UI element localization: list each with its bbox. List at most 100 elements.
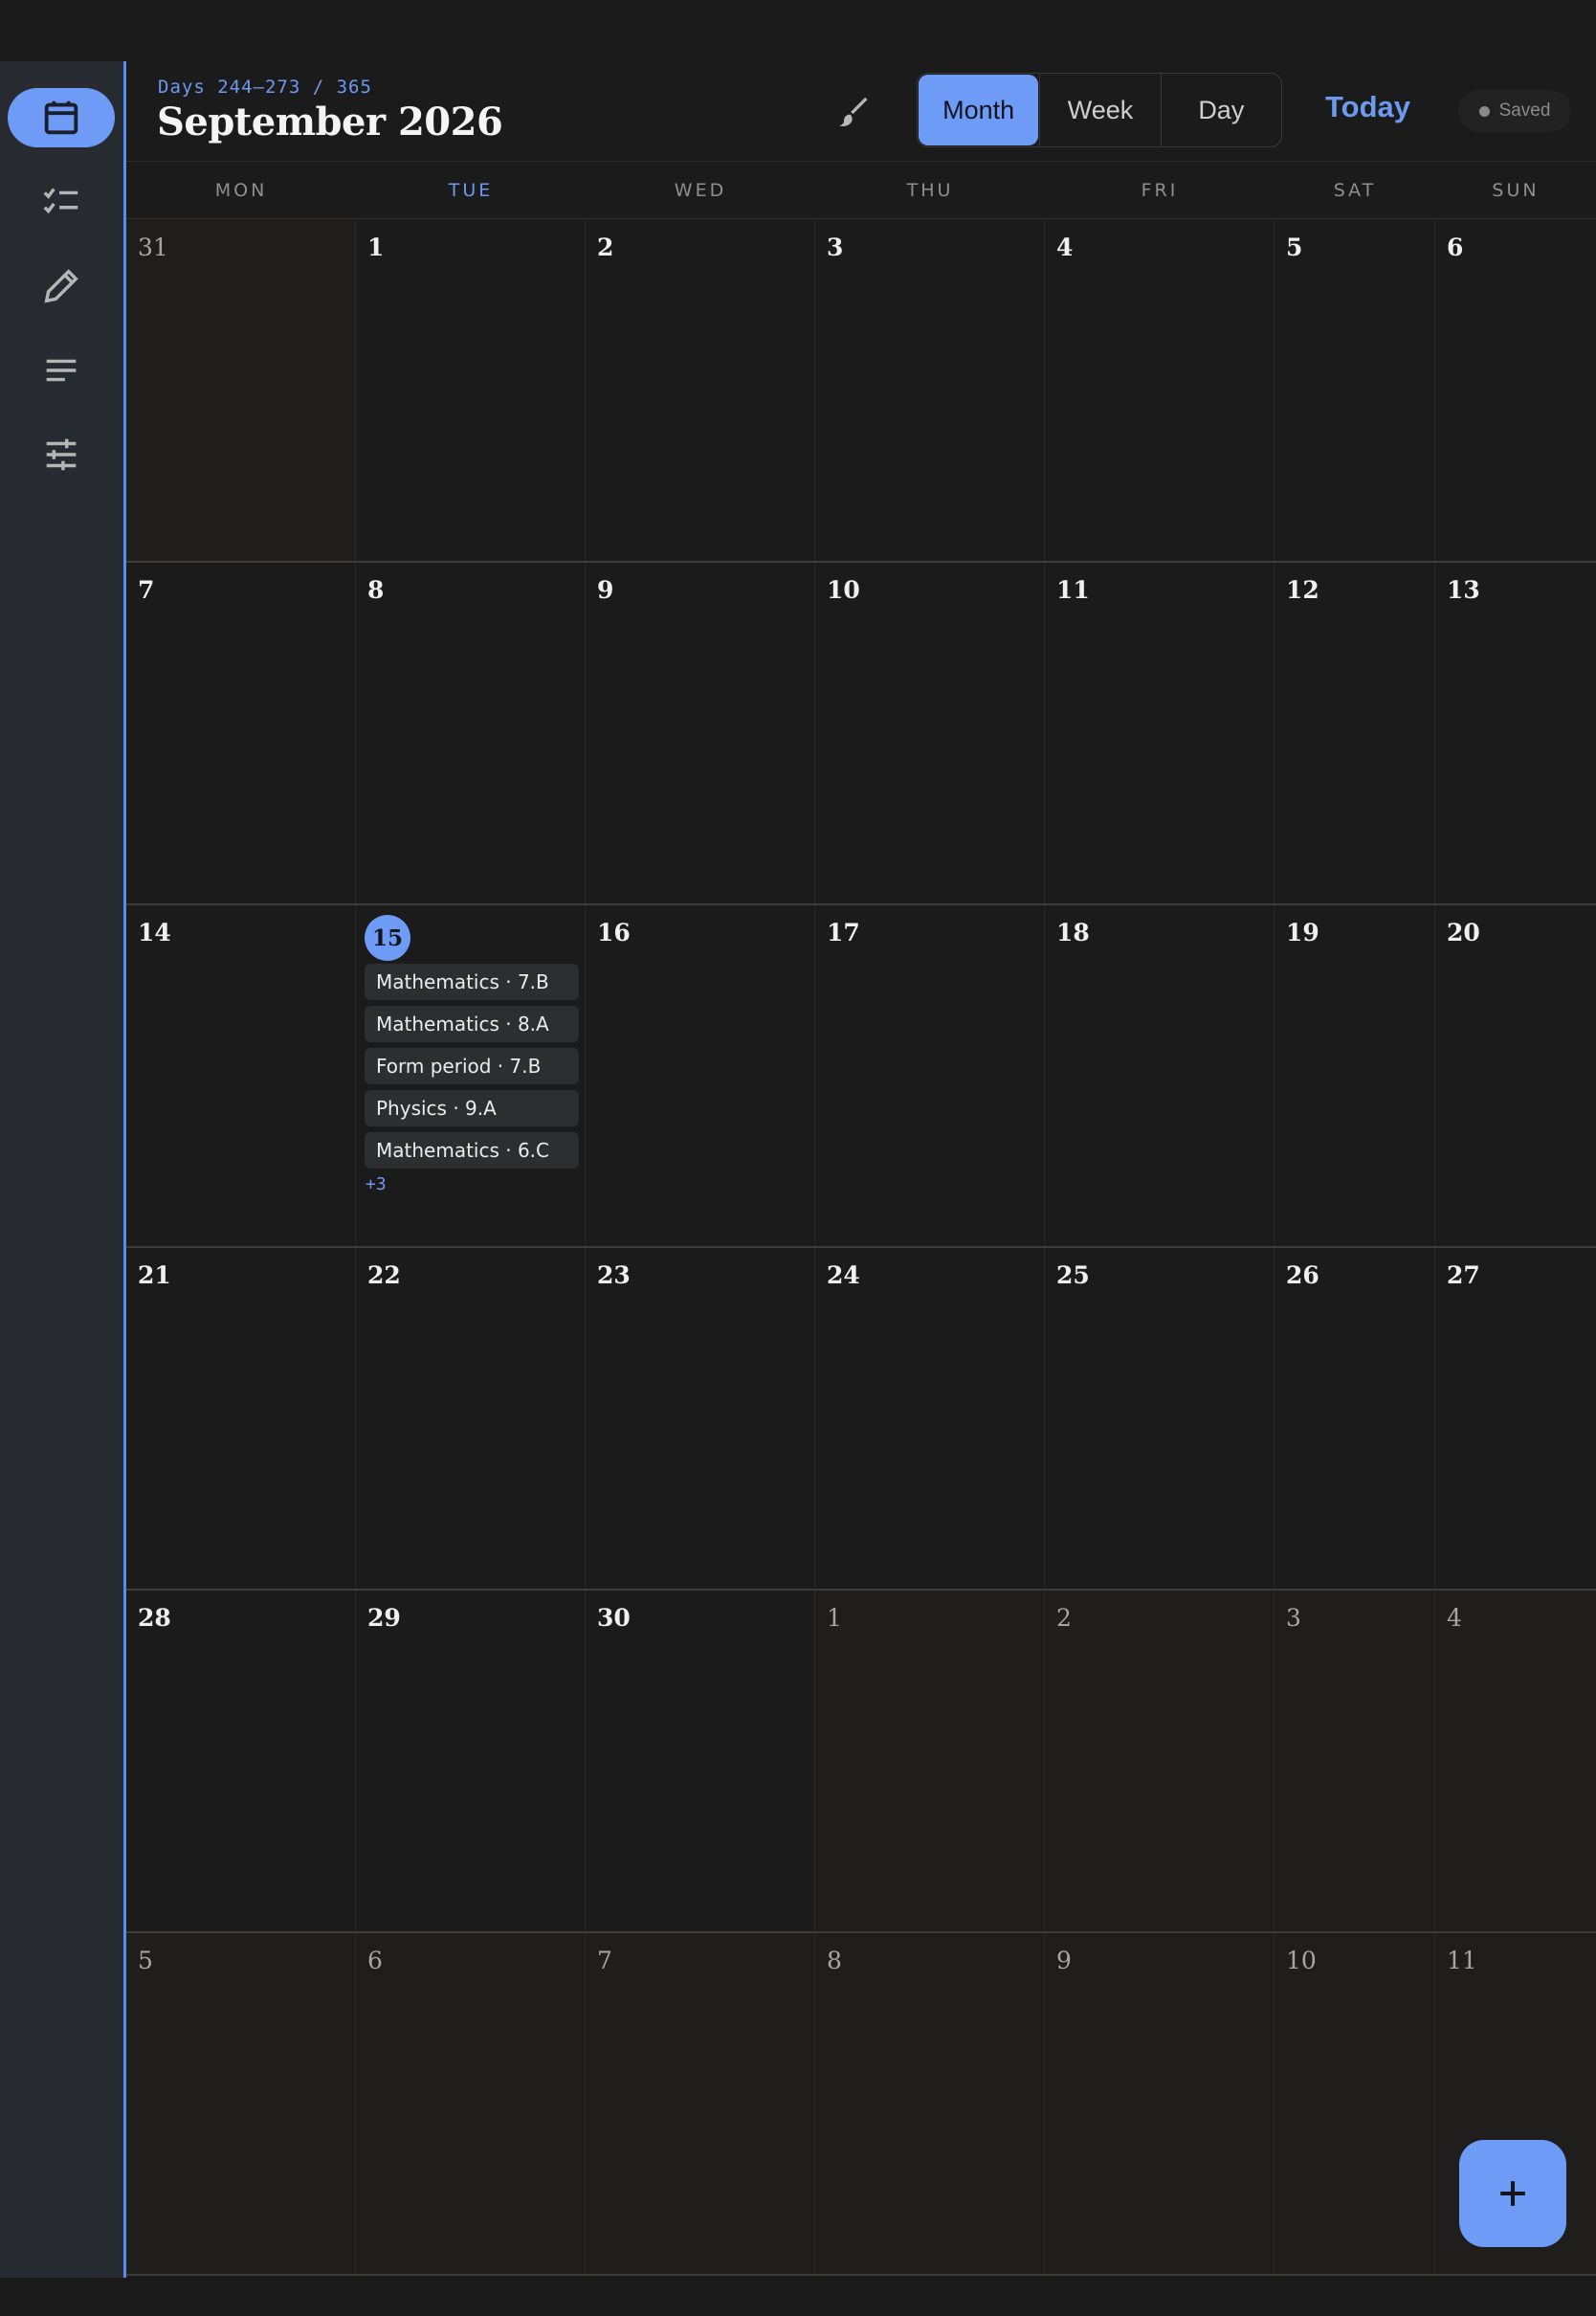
day-number: 11: [1056, 576, 1090, 604]
day-cell[interactable]: 21: [126, 1248, 356, 1589]
day-number: 5: [138, 1947, 153, 1974]
day-cell[interactable]: 28: [126, 1591, 356, 1931]
day-cell[interactable]: 13: [1435, 563, 1596, 903]
weekday-label-tue: TUE: [448, 179, 494, 201]
day-number: 10: [827, 576, 860, 604]
weekday-label-sun: SUN: [1492, 179, 1540, 201]
view-month-button[interactable]: Month: [919, 75, 1039, 145]
day-cell[interactable]: 2: [586, 220, 815, 561]
theme-button[interactable]: [831, 90, 876, 136]
view-week-button[interactable]: Week: [1039, 74, 1160, 146]
week-row: 28 29 30 1 2 3 4: [126, 1591, 1596, 1933]
day-cell[interactable]: 14: [126, 905, 356, 1246]
day-cell[interactable]: 5: [126, 1933, 356, 2274]
day-number: 25: [1056, 1261, 1090, 1289]
day-cell[interactable]: 29: [356, 1591, 586, 1931]
day-cell[interactable]: 1: [356, 220, 586, 561]
day-number: 29: [367, 1604, 401, 1632]
nav-settings-button[interactable]: [8, 425, 115, 484]
day-cell[interactable]: 4: [1045, 220, 1275, 561]
day-cell[interactable]: 6: [356, 1933, 586, 2274]
day-number: 6: [367, 1947, 383, 1974]
weekday-label-thu: THU: [906, 179, 954, 201]
day-cell[interactable]: 10: [1275, 1933, 1435, 2274]
day-number: 14: [138, 919, 171, 946]
today-day-number: 15: [365, 915, 410, 961]
day-number: 10: [1286, 1947, 1317, 1974]
nav-notes-button[interactable]: [8, 341, 115, 400]
day-cell[interactable]: 25: [1045, 1248, 1275, 1589]
day-cell[interactable]: 7: [586, 1933, 815, 2274]
day-cell[interactable]: 12: [1275, 563, 1435, 903]
calendar-icon: [44, 100, 78, 135]
add-event-button[interactable]: [1459, 2140, 1566, 2247]
weekday-label-fri: FRI: [1141, 179, 1179, 201]
day-cell[interactable]: 8: [815, 1933, 1045, 2274]
nav-edit-button[interactable]: [8, 256, 115, 316]
view-day-button[interactable]: Day: [1160, 74, 1281, 146]
week-row: 7 8 9 10 11 12 13: [126, 563, 1596, 905]
paintbrush-icon: [839, 97, 868, 126]
day-cell[interactable]: 19: [1275, 905, 1435, 1246]
sliders-icon: [46, 438, 77, 471]
day-number: 2: [597, 234, 614, 261]
save-status-label: Saved: [1498, 100, 1551, 121]
day-number: 18: [1056, 919, 1090, 946]
day-number: 28: [138, 1604, 171, 1632]
day-cell[interactable]: 18: [1045, 905, 1275, 1246]
day-cell[interactable]: 27: [1435, 1248, 1596, 1589]
day-cell[interactable]: 24: [815, 1248, 1045, 1589]
more-events-link[interactable]: +3: [365, 1174, 579, 1194]
day-cell[interactable]: 9: [1045, 1933, 1275, 2274]
day-cell[interactable]: 3: [1275, 1591, 1435, 1931]
day-cell[interactable]: 30: [586, 1591, 815, 1931]
day-number: 23: [597, 1261, 631, 1289]
day-number: 4: [1056, 234, 1074, 261]
day-number: 21: [138, 1261, 171, 1289]
event-chip[interactable]: Physics · 9.A: [365, 1090, 579, 1126]
day-number: 7: [597, 1947, 612, 1974]
day-cell[interactable]: 6: [1435, 220, 1596, 561]
day-cell[interactable]: 1: [815, 1591, 1045, 1931]
day-number: 1: [367, 234, 385, 261]
week-row: 14 15 Mathematics · 7.B Mathematics · 8.A Fo…: [126, 905, 1596, 1248]
day-number: 4: [1447, 1604, 1462, 1632]
day-cell[interactable]: 11: [1045, 563, 1275, 903]
event-chip[interactable]: Mathematics · 8.A: [365, 1006, 579, 1042]
day-cell[interactable]: 17: [815, 905, 1045, 1246]
day-cell[interactable]: 26: [1275, 1248, 1435, 1589]
day-cell[interactable]: 9: [586, 563, 815, 903]
page-title: September 2026: [157, 100, 503, 145]
week-row: 31 1 2 3 4 5 6: [126, 220, 1596, 563]
day-cell[interactable]: 10: [815, 563, 1045, 903]
calendar-main: Days 244–273 / 365 September 2026 Month …: [126, 61, 1596, 2278]
day-cell[interactable]: 20: [1435, 905, 1596, 1246]
event-chip[interactable]: Mathematics · 6.C: [365, 1132, 579, 1169]
event-chip[interactable]: Form period · 7.B: [365, 1048, 579, 1084]
day-cell[interactable]: 7: [126, 563, 356, 903]
day-number: 17: [827, 919, 860, 946]
month-grid: 31 1 2 3 4 5 6 7 8 9 10 11 12 13 14 15 Mathematics · 7.B…: [126, 220, 1596, 2278]
day-cell[interactable]: 31: [126, 220, 356, 561]
day-cell[interactable]: 22: [356, 1248, 586, 1589]
nav-tasks-button[interactable]: [8, 172, 115, 232]
day-cell[interactable]: 2: [1045, 1591, 1275, 1931]
day-cell[interactable]: 23: [586, 1248, 815, 1589]
day-number: 27: [1447, 1261, 1480, 1289]
view-switcher: Month Week Day: [917, 73, 1282, 147]
day-cell[interactable]: 3: [815, 220, 1045, 561]
pencil-icon: [44, 269, 78, 303]
day-number: 30: [597, 1604, 631, 1632]
event-chip[interactable]: Mathematics · 7.B: [365, 964, 579, 1000]
day-cell[interactable]: 8: [356, 563, 586, 903]
weekday-header: MON TUE WED THU FRI SAT SUN: [126, 162, 1596, 219]
day-number: 3: [827, 234, 844, 261]
nav-calendar-button[interactable]: [8, 88, 115, 147]
day-cell[interactable]: 15 Mathematics · 7.B Mathematics · 8.A Form…: [356, 905, 586, 1246]
day-cell[interactable]: 5: [1275, 220, 1435, 561]
weekday-label-sat: SAT: [1333, 179, 1377, 201]
today-button[interactable]: Today: [1325, 90, 1410, 124]
day-cell[interactable]: 16: [586, 905, 815, 1246]
day-cell[interactable]: 4: [1435, 1591, 1596, 1931]
day-number: 6: [1447, 234, 1464, 261]
